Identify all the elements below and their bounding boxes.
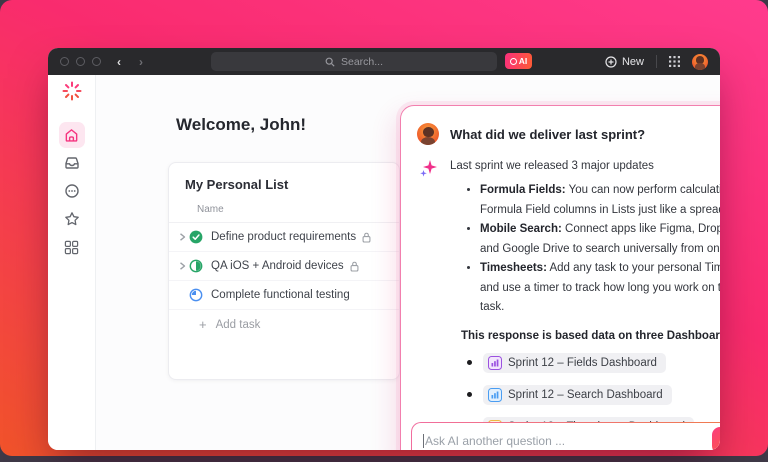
expand-chevron-icon[interactable] <box>179 233 186 241</box>
sidebar-item-inbox[interactable] <box>59 150 85 176</box>
sidebar-item-more[interactable] <box>59 178 85 204</box>
dashboard-source-row: Sprint 12 – Search Dashboard <box>467 384 720 406</box>
ai-chat-panel: What did we deliver last sprint? Last sp… <box>400 105 720 450</box>
plus-icon: + <box>199 318 207 331</box>
star-icon <box>64 211 80 227</box>
ai-sparkle-icon <box>419 159 437 177</box>
new-button[interactable]: New <box>605 56 644 68</box>
sidebar-item-logo[interactable] <box>62 81 82 106</box>
toolbar-divider <box>656 55 657 68</box>
bar-chart-purple-icon <box>488 356 502 370</box>
window-minimize-button[interactable] <box>76 57 85 66</box>
ai-logo-icon <box>510 58 517 65</box>
lock-icon <box>350 261 359 272</box>
back-chevron-icon[interactable]: ‹ <box>117 56 121 68</box>
task-name: Define product requirements <box>211 231 356 243</box>
window-controls <box>60 57 101 66</box>
main-content: Welcome, John! My Personal List Name Def… <box>96 75 720 450</box>
sources-heading: This response is based data on three Das… <box>461 330 720 342</box>
bullet-dot <box>467 360 472 365</box>
dashboard-chip[interactable]: Sprint 12 – Fields Dashboard <box>483 353 666 373</box>
sidebar-item-home[interactable] <box>59 122 85 148</box>
user-question: What did we deliver last sprint? <box>450 127 645 142</box>
home-icon <box>64 128 79 143</box>
search-placeholder: Search... <box>341 56 383 68</box>
ask-ai-input[interactable] <box>425 423 715 450</box>
send-button[interactable]: ↑ <box>712 427 720 450</box>
user-avatar[interactable] <box>692 54 708 70</box>
personal-list-card: My Personal List Name Define product req… <box>168 162 400 380</box>
user-avatar <box>417 123 439 145</box>
search-icon <box>325 57 335 67</box>
lock-icon <box>362 232 371 243</box>
status-in-progress-icon[interactable] <box>189 259 203 273</box>
inbox-icon <box>64 155 80 171</box>
page-title: Welcome, John! <box>176 115 306 135</box>
column-header-name: Name <box>169 204 399 223</box>
status-complete-icon[interactable] <box>189 230 203 244</box>
window-zoom-button[interactable] <box>92 57 101 66</box>
logo-burst-icon <box>62 81 82 101</box>
dashboard-chip[interactable]: Sprint 12 – Search Dashboard <box>483 385 672 405</box>
task-row[interactable]: Complete functional testing <box>169 281 399 310</box>
bullet-dot <box>467 392 472 397</box>
list-title: My Personal List <box>169 163 399 204</box>
dashboard-source-row: Sprint 12 – Fields Dashboard <box>467 352 720 374</box>
sidebar-item-favorites[interactable] <box>59 206 85 232</box>
more-circle-icon <box>64 183 80 199</box>
task-row[interactable]: Define product requirements <box>169 223 399 252</box>
text-caret <box>423 434 424 448</box>
ai-button[interactable]: AI <box>505 53 532 69</box>
sidebar <box>48 75 96 450</box>
task-name: QA iOS + Android devices <box>211 260 344 272</box>
title-bar: ‹ › Search... AI New <box>48 48 720 75</box>
app-window: ‹ › Search... AI New <box>48 48 720 450</box>
answer-bullet: Mobile Search: Connect apps like Figma, … <box>480 220 720 259</box>
search-bar[interactable]: Search... <box>211 52 497 71</box>
task-row[interactable]: QA iOS + Android devices <box>169 252 399 281</box>
answer-bullet: Formula Fields: You can now perform calc… <box>480 181 720 220</box>
status-in-review-icon[interactable] <box>189 288 203 302</box>
ai-answer-bullets: Formula Fields: You can now perform calc… <box>480 181 720 318</box>
answer-bullet: Timesheets: Add any task to your persona… <box>480 259 720 318</box>
ai-answer-intro: Last sprint we released 3 major updates <box>450 158 654 174</box>
add-task-button[interactable]: + Add task <box>169 310 399 331</box>
apps-grid-icon[interactable] <box>669 56 680 67</box>
window-close-button[interactable] <box>60 57 69 66</box>
sidebar-item-dashboards[interactable] <box>59 234 85 260</box>
bar-chart-blue-icon <box>488 388 502 402</box>
task-name: Complete functional testing <box>211 289 350 301</box>
dashboards-grid-icon <box>64 240 79 255</box>
expand-chevron-icon[interactable] <box>179 262 186 270</box>
forward-chevron-icon[interactable]: › <box>139 56 143 68</box>
ask-ai-input-bar: ↑ <box>411 422 720 450</box>
plus-circle-icon <box>605 56 617 68</box>
